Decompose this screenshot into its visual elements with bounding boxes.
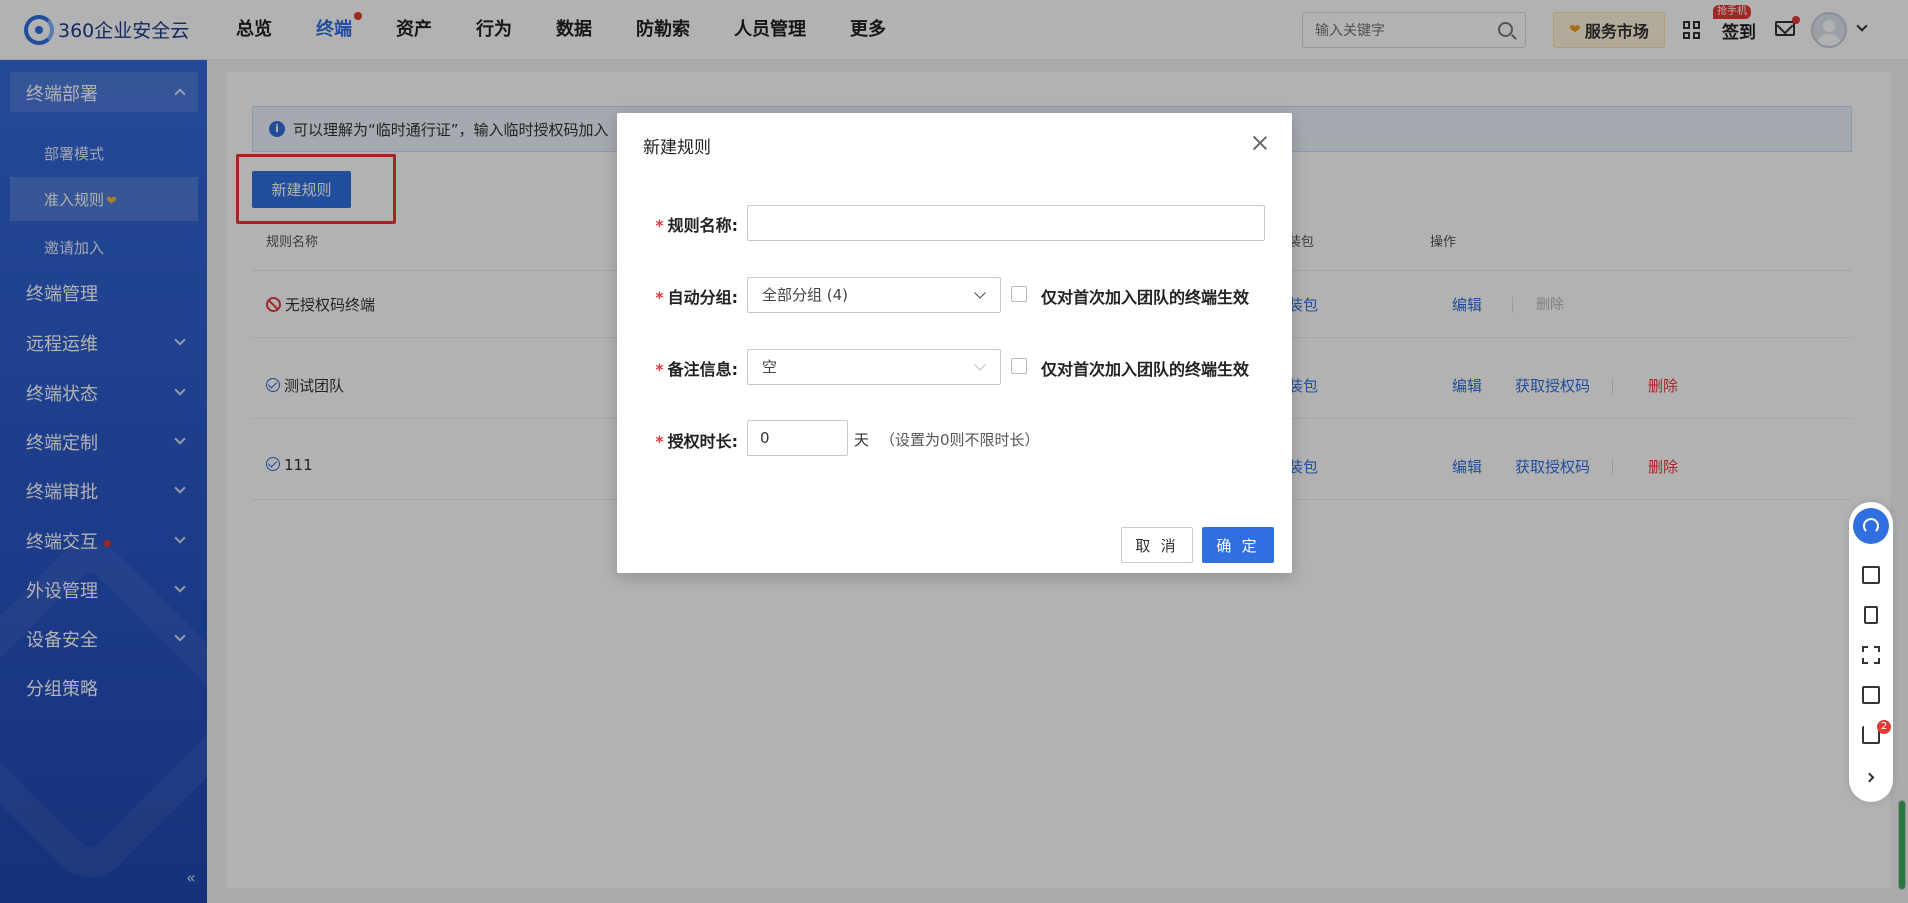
duration-label: * 授权时长: [655, 432, 738, 451]
remark-first-join-checkbox[interactable] [1011, 358, 1027, 374]
close-icon[interactable] [1252, 135, 1268, 151]
duration-unit: 天 [854, 431, 870, 449]
help-icon[interactable] [1862, 686, 1880, 704]
chevron-down-icon [974, 359, 986, 371]
chevron-right-icon[interactable] [1864, 772, 1875, 783]
duration-input[interactable]: 0 [747, 420, 848, 456]
qrcode-icon[interactable] [1862, 566, 1880, 584]
duration-hint: （设置为0则不限时长） [880, 431, 1040, 449]
remark-select[interactable]: 空 [747, 349, 1001, 385]
group-first-join-checkbox[interactable] [1011, 286, 1027, 302]
group-first-join-label[interactable]: 仅对首次加入团队的终端生效 [1041, 284, 1249, 308]
auto-group-select[interactable]: 全部分组 (4) [747, 277, 1001, 313]
cart-badge: 2 [1877, 720, 1891, 734]
remark-label: * 备注信息: [655, 360, 738, 379]
org-tree-icon[interactable] [1862, 646, 1880, 664]
remark-first-join-label[interactable]: 仅对首次加入团队的终端生效 [1041, 356, 1249, 380]
customer-service-icon[interactable] [1853, 508, 1889, 544]
remark-value: 空 [762, 358, 778, 376]
new-rule-dialog: 新建规则 * 规则名称: * 自动分组: 全部分组 (4) 仅对首次加入团队的终端生… [617, 113, 1292, 573]
cancel-button[interactable]: 取 消 [1121, 527, 1193, 563]
floating-toolbar: 2 [1849, 502, 1893, 802]
mobile-icon[interactable] [1864, 606, 1878, 624]
confirm-button[interactable]: 确 定 [1202, 527, 1274, 563]
chevron-down-icon [974, 287, 986, 299]
dialog-title: 新建规则 [643, 138, 711, 158]
auto-group-label: * 自动分组: [655, 288, 738, 307]
rule-name-label: * 规则名称: [655, 216, 738, 235]
auto-group-value: 全部分组 (4) [762, 286, 849, 304]
rule-name-input[interactable] [747, 205, 1265, 241]
